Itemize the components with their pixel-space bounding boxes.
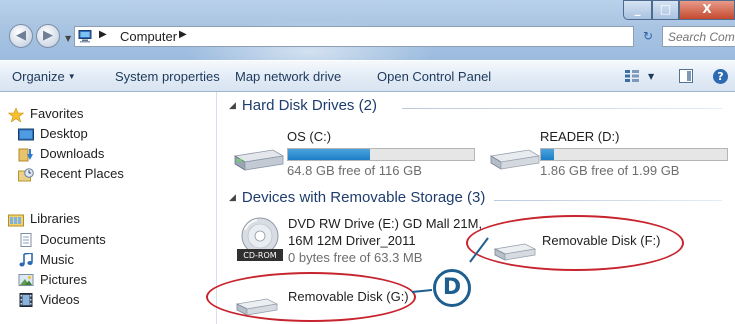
collapse-triangle-icon[interactable]: ◢	[229, 192, 236, 202]
maximize-button[interactable]: □	[652, 0, 679, 20]
close-button[interactable]: X	[679, 0, 735, 20]
music-icon	[19, 253, 33, 267]
search-box[interactable]	[662, 26, 735, 47]
address-bar[interactable]: ▶ Computer ▶ ▼	[74, 26, 692, 47]
dvd-drive-free-space: 0 bytes free of 63.3 MB	[288, 250, 423, 265]
chevron-down-icon: ▼	[67, 72, 76, 81]
recent-pages-dropdown[interactable]: ▼	[65, 34, 71, 43]
drive-free-space-d: 1.86 GB free of 1.99 GB	[540, 163, 680, 178]
callout-ellipse-g	[206, 272, 416, 322]
favorites-star-icon	[8, 108, 24, 122]
nav-favorites[interactable]: Favorites	[30, 106, 83, 121]
drive-usage-bar-d	[540, 148, 728, 161]
group-label: Hard Disk Drives (2)	[241, 97, 377, 114]
group-divider	[494, 200, 722, 201]
callout-ellipse-f	[466, 215, 684, 271]
view-options-dropdown-icon[interactable]: ▼	[648, 72, 654, 81]
dvd-drive-name-line1[interactable]: DVD RW Drive (E:) GD Mall 21M,	[288, 216, 482, 231]
dvd-drive-icon[interactable]: CD-ROM	[235, 216, 285, 264]
search-input[interactable]	[665, 28, 735, 45]
drive-name-d[interactable]: READER (D:)	[540, 129, 619, 144]
recent-places-icon	[18, 168, 34, 182]
videos-icon	[19, 293, 33, 307]
computer-icon	[78, 30, 92, 43]
preview-pane-button[interactable]	[679, 69, 693, 83]
change-view-icon[interactable]	[625, 70, 639, 82]
group-header-hard-disk-drives[interactable]: ◢ Hard Disk Drives (2)	[229, 97, 377, 114]
group-divider	[402, 108, 722, 109]
back-button[interactable]: ◀	[9, 24, 33, 48]
command-bar: Organize ▼ System properties Map network …	[0, 60, 735, 92]
group-label: Devices with Removable Storage (3)	[241, 189, 486, 206]
reader-drive-icon[interactable]	[489, 144, 541, 172]
address-separator[interactable]: ▶	[179, 29, 187, 40]
drive-name-c[interactable]: OS (C:)	[287, 129, 331, 144]
documents-icon	[20, 233, 32, 247]
nav-item-downloads[interactable]: Downloads	[40, 146, 104, 161]
downloads-icon	[18, 148, 33, 162]
libraries-icon	[8, 214, 24, 227]
group-header-removable-storage[interactable]: ◢ Devices with Removable Storage (3)	[229, 189, 485, 206]
organize-label: Organize	[12, 69, 65, 84]
drive-usage-fill-c	[288, 149, 370, 160]
organize-button[interactable]: Organize ▼	[12, 69, 76, 84]
nav-item-recent-places[interactable]: Recent Places	[40, 166, 124, 181]
nav-item-desktop[interactable]: Desktop	[40, 126, 88, 141]
drive-usage-bar-c	[287, 148, 475, 161]
nav-item-pictures[interactable]: Pictures	[40, 272, 87, 287]
open-control-panel-button[interactable]: Open Control Panel	[377, 69, 491, 84]
drive-usage-fill-d	[541, 149, 555, 160]
nav-libraries[interactable]: Libraries	[30, 211, 80, 226]
nav-item-music[interactable]: Music	[40, 252, 74, 267]
refresh-button[interactable]: ↻	[638, 26, 658, 47]
dvd-drive-name-line2[interactable]: 16M 12M Driver_2011	[288, 233, 416, 248]
pictures-icon	[18, 274, 34, 286]
nav-item-videos[interactable]: Videos	[40, 292, 80, 307]
forward-button[interactable]: ▶	[36, 24, 60, 48]
title-bar: _ □ X ◀ ▶ ▼ ▶ Computer ▶ ▼ ↻	[0, 0, 735, 60]
callout-badge: D	[433, 269, 471, 307]
system-properties-button[interactable]: System properties	[115, 69, 220, 84]
cdrom-badge: CD-ROM	[243, 251, 276, 260]
address-segment-computer[interactable]: Computer	[120, 29, 177, 44]
map-network-drive-button[interactable]: Map network drive	[235, 69, 341, 84]
drive-free-space-c: 64.8 GB free of 116 GB	[287, 163, 422, 178]
address-separator[interactable]: ▶	[99, 29, 107, 40]
collapse-triangle-icon[interactable]: ◢	[229, 100, 236, 110]
hard-drive-icon[interactable]	[233, 144, 285, 172]
minimize-button[interactable]: _	[623, 0, 652, 20]
desktop-icon	[18, 128, 34, 141]
nav-item-documents[interactable]: Documents	[40, 232, 106, 247]
help-icon[interactable]: ?	[713, 69, 728, 84]
navigation-pane[interactable]: Favorites Desktop Downloads Recent Place…	[0, 92, 217, 324]
